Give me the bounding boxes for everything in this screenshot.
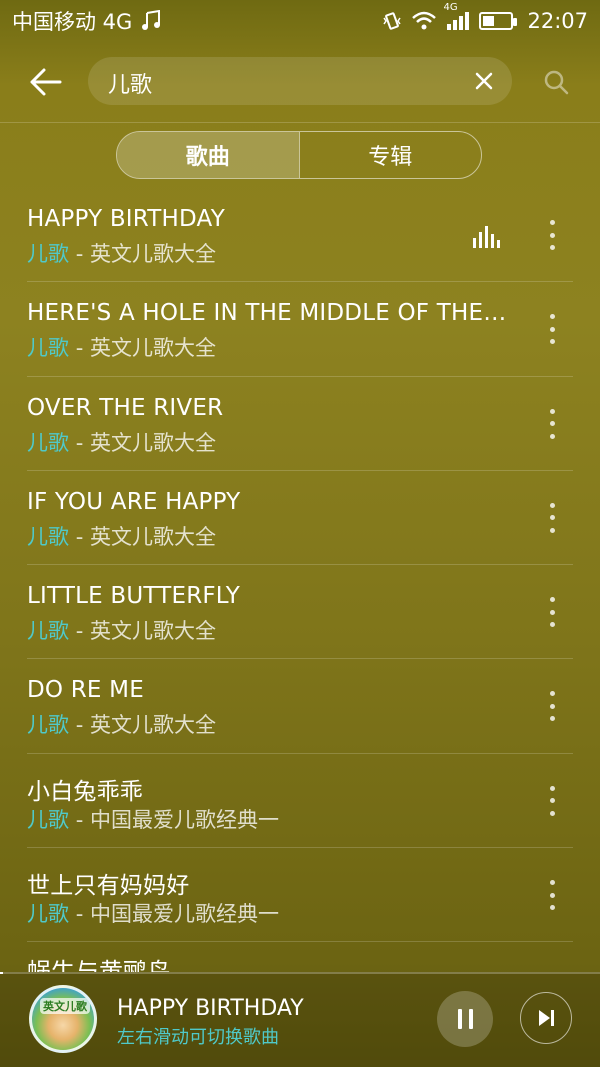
more-dot [549,220,555,225]
song-album: - 英文儿歌大全 [75,619,216,644]
song-album: - 中国最爱儿歌经典一 [75,902,279,927]
song-subtitle: 儿歌 - 中国最爱儿歌经典一 [27,804,279,834]
more-dot [549,597,555,603]
song-row[interactable]: DO RE ME 儿歌 - 英文儿歌大全 [0,659,600,754]
tab-albums[interactable]: 专辑 [298,132,482,178]
song-album: - 英文儿歌大全 [75,713,216,738]
song-artist: 儿歌 [27,242,69,266]
search-header: 儿歌 [0,50,600,120]
tab-songs[interactable]: 歌曲 [117,132,299,178]
song-row[interactable]: HERE'S A HOLE IN THE MIDDLE OF THE R... 儿… [0,282,600,377]
song-subtitle: 儿歌 - 英文儿歌大全 [27,709,216,739]
more-dot [549,785,555,791]
song-album: - 英文儿歌大全 [75,336,216,361]
segment-tabs: 歌曲 专辑 [116,131,482,179]
vibrate-icon [381,10,403,32]
more-dot [549,880,555,886]
song-title: HAPPY BIRTHDAY [27,206,225,232]
song-artist: 儿歌 [27,619,69,644]
search-query[interactable]: 儿歌 [108,67,152,99]
song-title: IF YOU ARE HAPPY [27,488,241,515]
skip-next-icon [539,1010,554,1026]
swipe-hint: 左右滑动可切换歌曲 [117,1027,279,1048]
wifi-icon [411,11,437,31]
song-album: - 英文儿歌大全 [75,242,216,266]
clear-search-button[interactable] [472,69,496,93]
now-playing-equalizer-icon [473,226,500,248]
song-subtitle: 儿歌 - 英文儿歌大全 [27,427,216,457]
song-artist: 儿歌 [27,807,69,832]
music-note-icon [140,10,162,32]
song-title: 世上只有妈妈好 [27,873,190,900]
song-artist: 儿歌 [27,336,69,361]
search-button[interactable] [542,68,570,96]
song-subtitle: 儿歌 - 中国最爱儿歌经典一 [27,898,279,928]
list-item-partial[interactable]: 蜗牛与黄鹂鸟 [27,950,427,972]
more-options-button[interactable] [540,691,564,722]
signal-icon: 4G [443,2,471,32]
more-options-button[interactable] [540,785,564,816]
network-type-label: 4G [443,2,458,13]
more-options-button[interactable] [540,220,564,250]
next-button[interactable] [520,992,572,1044]
clock: 22:07 [527,9,588,33]
more-dot [549,314,555,320]
back-arrow-icon [30,68,62,96]
more-dot [549,691,555,697]
song-title: OVER THE RIVER [27,394,224,421]
song-subtitle: 儿歌 - 英文儿歌大全 [27,521,216,551]
battery-icon [479,12,518,30]
more-dot [549,408,555,414]
song-row[interactable]: 世上只有妈妈好 儿歌 - 中国最爱儿歌经典一 [0,848,600,943]
song-artist: 儿歌 [27,902,69,927]
song-artist: 儿歌 [27,713,69,738]
progress-fill [0,972,3,974]
more-options-button[interactable] [540,880,564,911]
song-subtitle: 儿歌 - 英文儿歌大全 [27,238,216,268]
pause-icon [457,1009,462,1029]
close-icon [475,72,493,90]
more-options-button[interactable] [540,314,564,345]
song-row[interactable]: OVER THE RIVER 儿歌 - 英文儿歌大全 [0,377,600,471]
search-input[interactable]: 儿歌 [88,57,512,105]
back-button[interactable] [26,62,66,102]
progress-track [0,972,600,974]
song-artist: 儿歌 [27,430,69,455]
song-row[interactable]: LITTLE BUTTERFLY 儿歌 - 英文儿歌大全 [0,565,600,660]
cover-text: 英文儿歌 [40,998,90,1014]
song-row[interactable]: HAPPY BIRTHDAY 儿歌 - 英文儿歌大全 [0,188,600,283]
mini-player[interactable]: 英文儿歌 HAPPY BIRTHDAY 左右滑动可切换歌曲 [0,972,600,1067]
song-title: HERE'S A HOLE IN THE MIDDLE OF THE R... [27,300,507,327]
pause-button[interactable] [437,991,493,1047]
more-options-button[interactable] [540,408,564,439]
song-album: - 中国最爱儿歌经典一 [75,807,279,832]
song-title: 小白兔乖乖 [27,778,143,805]
more-dot [549,502,555,508]
status-bar: 中国移动 4G 4G 22:07 [0,0,600,42]
song-subtitle: 儿歌 - 英文儿歌大全 [27,332,216,362]
song-title: DO RE ME [27,677,144,704]
more-options-button[interactable] [540,597,564,628]
song-list: HAPPY BIRTHDAY 儿歌 - 英文儿歌大全 HERE'S A HOLE I… [0,188,600,943]
song-album: - 英文儿歌大全 [75,430,216,455]
search-icon [544,70,569,95]
song-subtitle: 儿歌 - 英文儿歌大全 [27,615,216,645]
row-divider [27,941,573,943]
more-options-button[interactable] [540,502,564,533]
song-title: 蜗牛与黄鹂鸟 [27,958,171,972]
carrier-label: 中国移动 4G [12,10,133,34]
song-artist: 儿歌 [27,524,69,549]
song-row[interactable]: 小白兔乖乖 儿歌 - 中国最爱儿歌经典一 [0,754,600,849]
song-album: - 英文儿歌大全 [75,524,216,549]
song-title: LITTLE BUTTERFLY [27,583,241,610]
header-divider [0,122,600,123]
song-row[interactable]: IF YOU ARE HAPPY 儿歌 - 英文儿歌大全 [0,471,600,566]
album-cover[interactable]: 英文儿歌 [29,985,97,1053]
now-playing-title: HAPPY BIRTHDAY [117,996,304,1021]
